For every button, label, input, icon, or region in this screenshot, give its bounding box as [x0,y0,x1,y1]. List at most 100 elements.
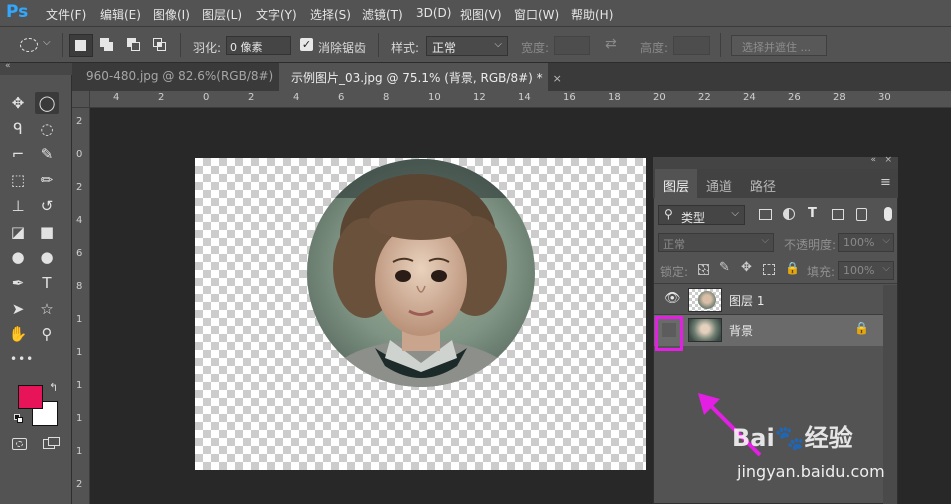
tab-document-1[interactable]: 960-480.jpg @ 82.6%(RGB/8#)× [74,63,292,91]
swap-colors-icon[interactable]: ↰ [49,381,58,394]
ruler-tick-label: 8 [383,92,390,103]
lock-pixels-icon[interactable]: ✎ [719,260,730,275]
collapse-icon[interactable]: « [5,61,11,71]
menu-view[interactable]: 视图(V) [460,6,502,23]
type-icon[interactable]: T [35,272,59,294]
more-tools-icon[interactable]: ••• [10,352,34,366]
default-colors-icon[interactable] [14,414,24,424]
menu-filter[interactable]: 滤镜(T) [362,6,403,23]
panel-menu-icon[interactable]: ≡ [880,175,891,190]
ruler-tick-label: 14 [518,92,531,103]
height-label: 高度: [640,41,669,55]
layer-thumbnail [688,318,722,342]
frame-icon[interactable]: ⬚ [6,169,30,191]
horizontal-ruler[interactable]: 4 2 0 2 4 6 8 10 12 14 16 18 20 22 24 26 28 30 [90,91,951,108]
lock-transparent-icon[interactable] [698,264,709,275]
lock-position-icon[interactable]: ✥ [741,260,752,275]
tab-document-2[interactable]: 示例图片_03.jpg @ 75.1% (背景, RGB/8#) * × [279,63,562,91]
zoom-icon[interactable]: ⚲ [35,323,59,345]
add-selection-button[interactable] [100,38,114,52]
dodge-icon[interactable]: ● [35,246,59,268]
smart-object-filter-icon[interactable] [856,208,867,221]
layer-row-background[interactable]: 背景 🔒 [654,315,883,346]
stamp-icon[interactable]: ⊥ [6,195,30,217]
ruler-tick-label: 0 [76,149,83,160]
chevron-down-icon: ⌵ [731,208,739,219]
feather-label: 羽化: [193,41,222,55]
collapse-icon[interactable]: « [870,155,876,165]
opacity-input[interactable]: 100% ⌵ [838,233,894,252]
menu-help[interactable]: 帮助(H) [571,6,613,23]
adjustment-filter-icon[interactable] [783,208,795,220]
elliptical-marquee-icon[interactable]: ◯ [35,92,59,114]
feather-input[interactable]: 0 像素 [226,36,291,55]
move-icon[interactable]: ✥ [6,92,30,114]
ruler-tick-label: 6 [76,248,83,259]
crop-icon[interactable]: ⌐ [6,143,30,165]
ruler-tick-label: 4 [76,215,83,226]
blend-mode-value: 正常 [663,238,685,251]
blend-mode-select[interactable]: 正常 ⌵ [658,233,774,252]
menu-file[interactable]: 文件(F) [46,6,86,23]
lock-label: 锁定: [660,265,689,279]
menu-image[interactable]: 图像(I) [153,6,190,23]
screen-mode-icon[interactable] [43,437,60,450]
blur-icon[interactable]: ● [6,246,30,268]
hand-icon[interactable]: ✋ [6,323,30,345]
close-icon[interactable]: × [884,155,892,165]
lock-artboard-icon[interactable] [763,264,775,275]
eyedropper-icon[interactable]: ✎ [35,143,59,165]
pixel-filter-icon[interactable] [759,209,772,220]
height-input[interactable] [673,36,710,55]
pen-icon[interactable]: ✒ [6,272,30,294]
layer-name[interactable]: 图层 1 [729,292,764,309]
menu-edit[interactable]: 编辑(E) [100,6,141,23]
menu-3d[interactable]: 3D(D) [416,6,451,20]
layers-scrollbar[interactable] [883,285,897,504]
gradient-icon[interactable]: ■ [35,221,59,243]
layer-name[interactable]: 背景 [729,322,753,339]
brush-icon[interactable]: ✏ [35,169,59,191]
ruler-tick-label: 24 [743,92,756,103]
shape-filter-icon[interactable] [832,209,844,220]
history-brush-icon[interactable]: ↺ [35,195,59,217]
shape-icon[interactable]: ☆ [35,298,59,320]
eraser-icon[interactable]: ◪ [6,221,30,243]
subtract-selection-button[interactable] [127,38,141,52]
layer-filter-select[interactable]: ⚲ 类型 ⌵ [658,205,745,225]
select-and-mask-button[interactable]: 选择并遮住 ... [731,35,827,56]
type-filter-icon[interactable]: T [808,206,817,221]
document-canvas[interactable] [195,158,646,470]
ruler-corner [72,91,90,108]
ruler-tick-label: 1 [76,347,83,358]
ruler-tick-label: 0 [203,92,210,103]
quick-select-icon[interactable]: ◌ [35,118,59,140]
quick-mask-icon[interactable] [12,438,27,450]
lasso-icon[interactable]: ᑫ [6,118,30,140]
ruler-tick-label: 1 [76,380,83,391]
fill-input[interactable]: 100% ⌵ [838,261,894,280]
filter-toggle-icon[interactable] [884,207,892,221]
tab-paths[interactable]: 路径 [742,169,785,198]
menu-select[interactable]: 选择(S) [310,6,351,23]
close-icon[interactable]: × [553,72,562,85]
chevron-down-icon[interactable]: ⌵ [43,37,51,48]
tab-channels[interactable]: 通道 [698,169,741,198]
layer-row-1[interactable]: 👁 图层 1 [654,285,883,315]
path-select-icon[interactable]: ➤ [6,298,30,320]
vertical-ruler[interactable]: 2 0 2 4 6 8 1 1 1 1 1 2 [72,108,90,504]
antialias-checkbox[interactable]: ✓ [300,38,313,51]
intersect-selection-button[interactable] [153,38,167,52]
elliptical-marquee-preset-icon[interactable] [20,38,38,52]
style-select[interactable]: 正常 ⌵ [426,36,508,56]
menu-window[interactable]: 窗口(W) [514,6,559,23]
lock-all-icon[interactable]: 🔒 [785,261,800,275]
tab-layers[interactable]: 图层 [655,169,698,198]
width-input[interactable] [554,36,590,55]
eye-icon[interactable]: 👁 [664,291,681,306]
menu-type[interactable]: 文字(Y) [256,6,297,23]
new-selection-button[interactable] [69,34,93,57]
swap-icon[interactable]: ⇄ [605,36,617,52]
foreground-color-swatch[interactable] [18,385,43,409]
menu-layer[interactable]: 图层(L) [202,6,242,23]
